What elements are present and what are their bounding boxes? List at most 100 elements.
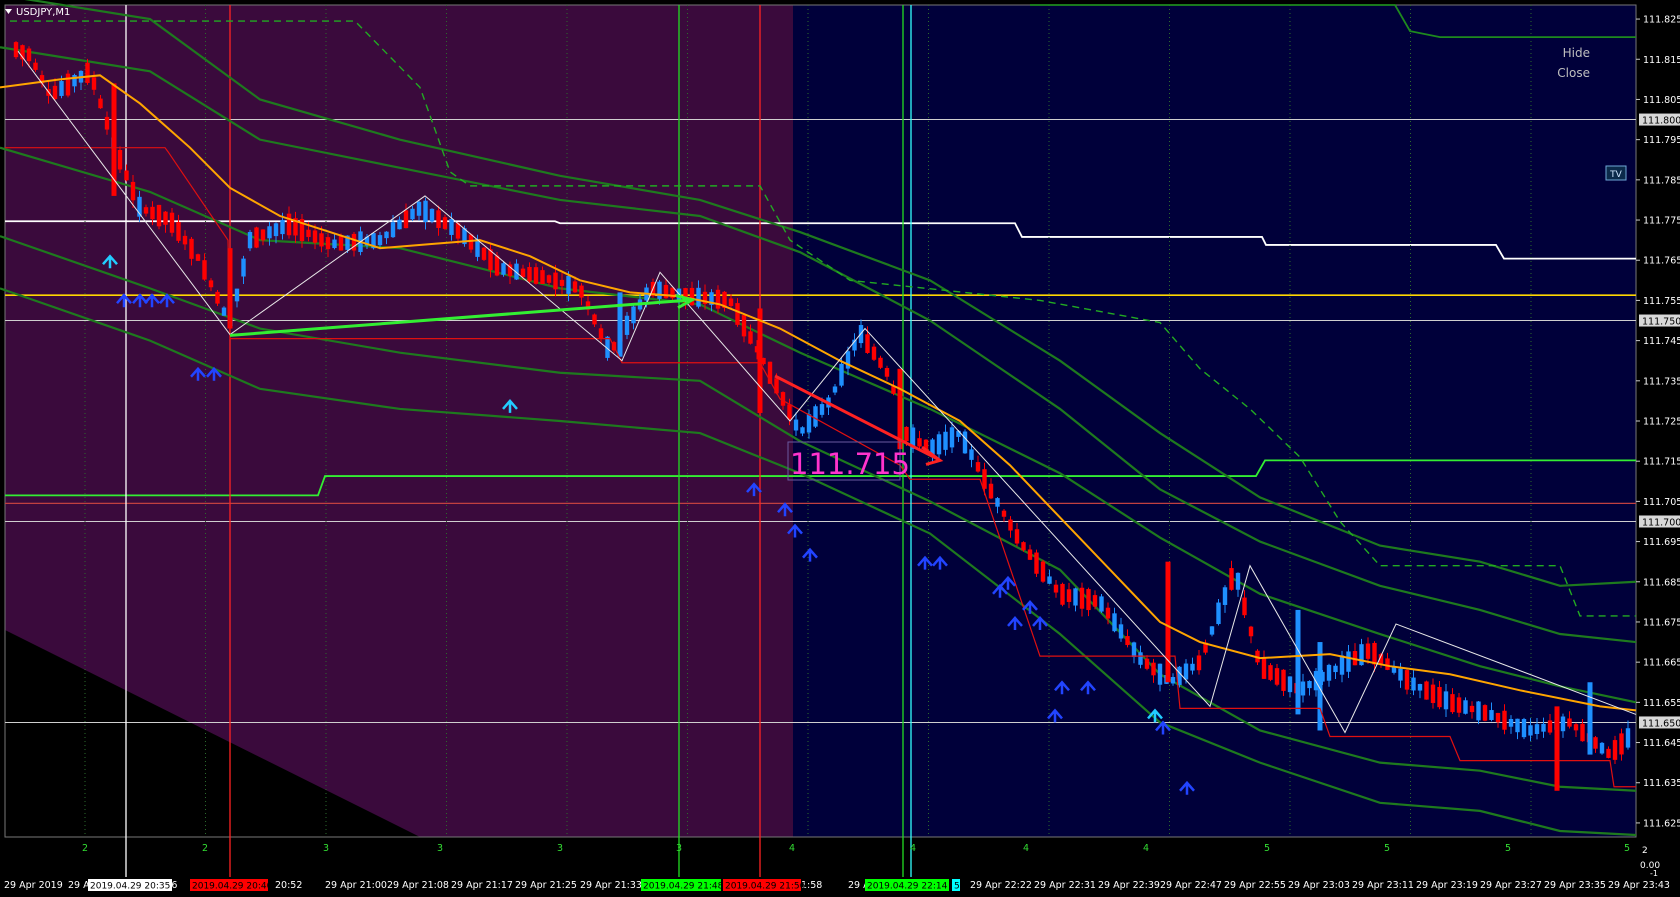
time-marker-label: 2019.04.29 22:14 — [867, 882, 948, 892]
candle-body — [202, 260, 207, 280]
candle-body — [208, 280, 214, 288]
session-number: 5 — [1624, 843, 1630, 854]
candle-body — [1125, 636, 1130, 646]
session-number: 5 — [1384, 843, 1390, 854]
sub-axis-top: 2 — [1642, 846, 1648, 856]
candle-body — [988, 483, 994, 499]
candle-body — [59, 81, 64, 96]
price-tick-label: 111.755 — [1643, 296, 1680, 307]
session-number: 3 — [323, 843, 329, 854]
candle-body — [397, 219, 402, 230]
price-tick-label: 111.745 — [1643, 336, 1680, 347]
candle-body — [1066, 589, 1072, 602]
candle-body — [800, 427, 805, 434]
time-tick-label: 29 Apr 23:11 — [1352, 880, 1414, 891]
price-tick-label: 111.645 — [1643, 738, 1680, 749]
candle-body — [1235, 572, 1241, 590]
candle-body — [592, 314, 597, 325]
candle-body — [156, 204, 162, 227]
candle-body — [839, 363, 844, 386]
candle-body — [1151, 662, 1156, 676]
candle-body — [741, 315, 747, 337]
session-strip — [5, 840, 1636, 854]
candle-body — [748, 331, 753, 344]
time-marker-label: 2019.04.29 20:35 — [90, 882, 170, 892]
candle-body — [917, 438, 922, 447]
candle-body — [598, 328, 604, 339]
close-button[interactable]: Close — [1557, 66, 1590, 80]
candle-body — [85, 62, 90, 83]
candle-body — [494, 255, 500, 276]
candle-body — [1346, 651, 1351, 672]
candle-body — [897, 368, 903, 450]
candle-body — [1430, 684, 1436, 704]
candle-body — [533, 267, 539, 284]
candle-body — [319, 233, 324, 247]
candle-body — [1587, 682, 1593, 755]
candle-body — [33, 62, 38, 70]
candle-body — [468, 234, 474, 250]
candle-body — [735, 303, 740, 325]
time-tick-label: 29 Apr 23:03 — [1288, 880, 1350, 891]
candle-body — [1196, 655, 1202, 671]
candle-body — [657, 281, 662, 299]
candle-body — [1450, 694, 1455, 713]
candle-body — [689, 287, 695, 306]
candle-body — [949, 427, 955, 448]
candle-body — [566, 275, 571, 294]
candle-body — [72, 74, 77, 87]
candle-body — [442, 217, 448, 229]
price-axis: 111.825 111.815 111.805 111.795 111.785 111.7… — [1636, 15, 1680, 829]
candle-body — [995, 498, 1000, 507]
candle-body — [1229, 568, 1234, 590]
candle-body — [163, 211, 168, 225]
price-tick-label: 111.665 — [1643, 658, 1680, 669]
candle-body — [1385, 658, 1390, 670]
candle-body — [865, 334, 870, 353]
price-tick-label: 111.695 — [1643, 537, 1680, 548]
tv-button[interactable]: TV — [1605, 165, 1627, 181]
candle-body — [1398, 668, 1403, 681]
time-tick-label: 29 Apr 21:33 — [580, 880, 642, 891]
session-number: 3 — [437, 843, 443, 854]
candle-body — [982, 469, 987, 489]
candle-body — [1027, 549, 1033, 560]
candle-body — [1281, 669, 1286, 691]
candle-body — [1112, 613, 1117, 632]
time-tick-label: 29 Apr 23:43 — [1608, 880, 1670, 891]
price-chart[interactable]: 111.825 111.815 111.805 111.795 111.785 111.7… — [0, 0, 1680, 897]
candle-body — [65, 73, 71, 96]
candle-body — [98, 98, 103, 109]
candle-body — [1248, 626, 1254, 637]
candle-body — [1606, 748, 1611, 758]
candle-body — [1242, 597, 1247, 616]
candle-body — [1424, 681, 1429, 700]
candle-body — [1372, 642, 1377, 665]
candle-body — [241, 258, 246, 277]
candle-body — [390, 222, 396, 238]
candle-body — [143, 207, 149, 214]
candle-body — [696, 287, 701, 307]
candle-body — [52, 85, 58, 100]
candle-body — [969, 449, 974, 460]
candle-body — [1165, 561, 1171, 683]
candle-body — [579, 285, 584, 298]
candle-body — [1515, 718, 1520, 733]
candle-body — [1144, 658, 1150, 669]
time-tick-label: 29 Apr 23:19 — [1416, 880, 1478, 891]
candle-body — [215, 291, 220, 304]
session-number: 2 — [82, 843, 88, 854]
candle-body — [1295, 609, 1301, 715]
candle-body — [1521, 719, 1527, 738]
candle-body — [1567, 718, 1572, 727]
candle-body — [104, 116, 110, 130]
candle-body — [1359, 644, 1364, 666]
candle-body — [956, 430, 961, 437]
candle-body — [1216, 602, 1221, 625]
candle-body — [1092, 595, 1098, 607]
time-tick-label: 29 Apr 22:55 — [1224, 880, 1286, 891]
candle-body — [904, 426, 909, 442]
hide-button[interactable]: Hide — [1563, 46, 1590, 60]
candle-body — [1118, 624, 1124, 639]
session-number: 2 — [202, 843, 208, 854]
